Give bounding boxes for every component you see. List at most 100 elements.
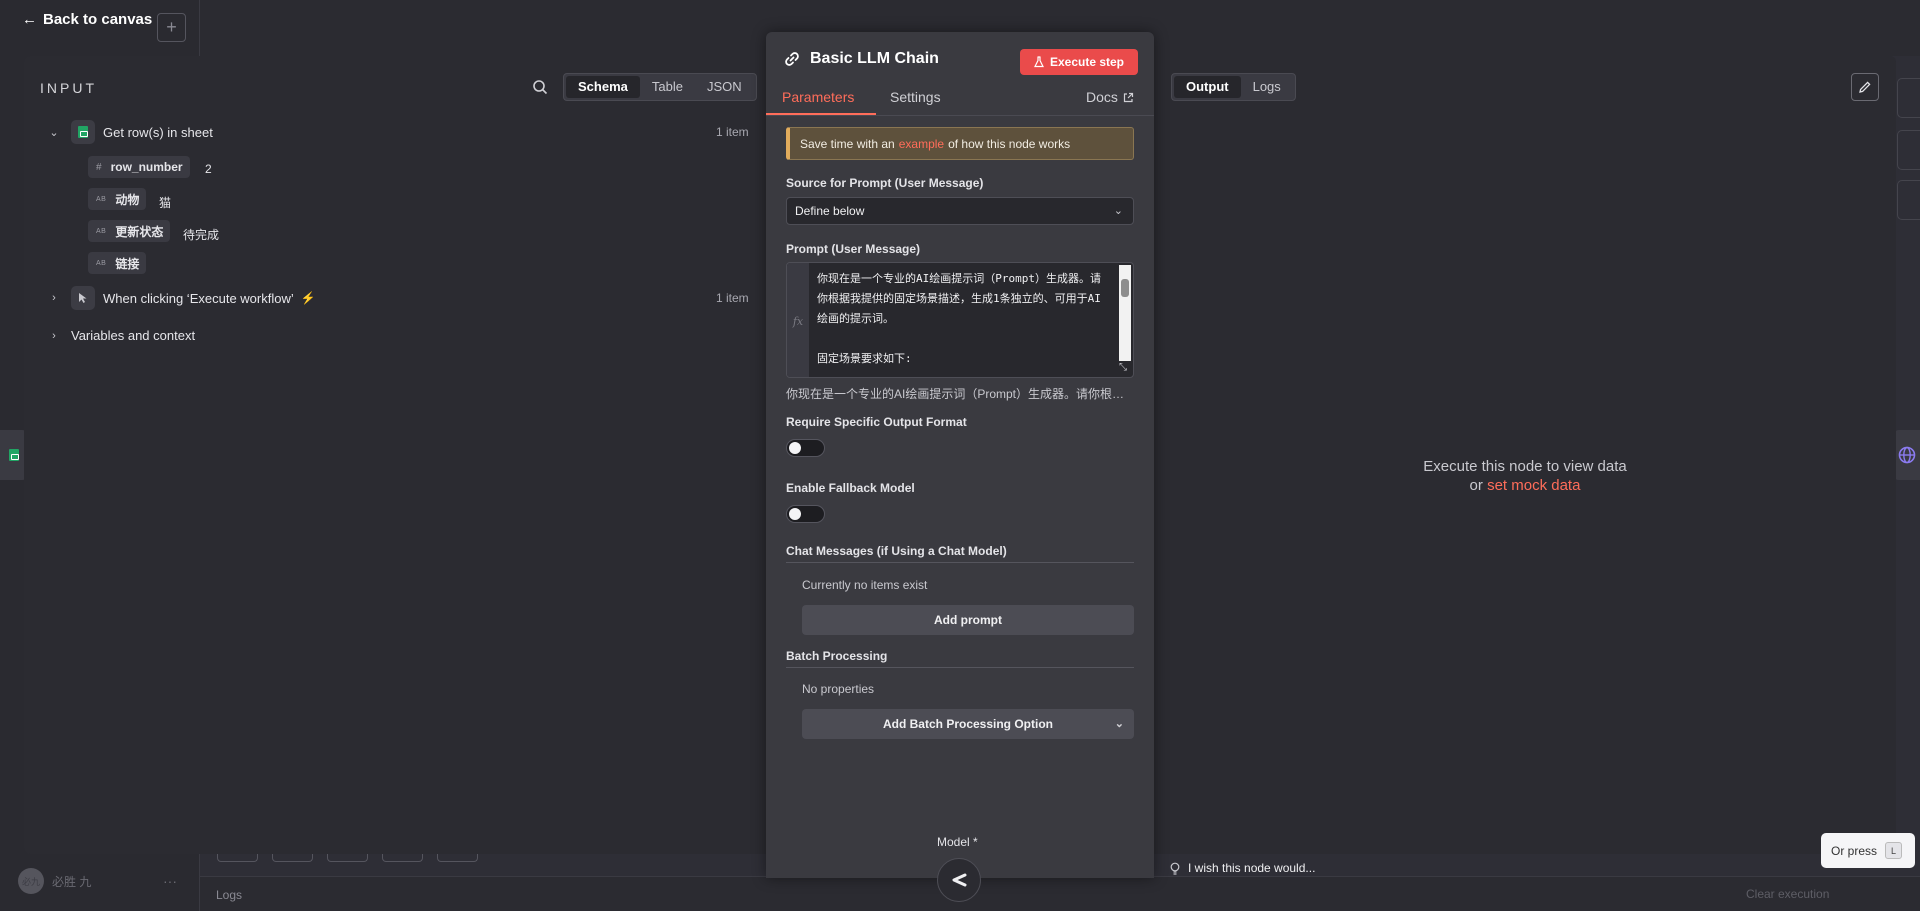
canvas-control[interactable] bbox=[1897, 130, 1920, 170]
tab-parameters[interactable]: Parameters bbox=[782, 89, 854, 105]
shortcut-key: L bbox=[1885, 842, 1903, 859]
expression-icon: fx bbox=[787, 263, 809, 377]
flask-icon bbox=[1033, 56, 1044, 68]
globe-icon bbox=[1898, 446, 1915, 464]
output-or: or bbox=[1469, 477, 1483, 494]
execute-step-button[interactable]: Execute step bbox=[1020, 49, 1138, 75]
field-status[interactable]: AB 更新状态 bbox=[88, 220, 171, 242]
number-type-icon: # bbox=[96, 161, 102, 173]
set-mock-data-link[interactable]: set mock data bbox=[1487, 477, 1580, 494]
tab-logs[interactable]: Logs bbox=[1241, 76, 1293, 98]
tab-table[interactable]: Table bbox=[640, 76, 695, 98]
expand-icon[interactable]: ⤡ bbox=[1115, 359, 1131, 375]
field-animal[interactable]: AB 动物 bbox=[88, 188, 147, 210]
item-count: 1 item bbox=[716, 125, 749, 139]
avatar: 必九 bbox=[18, 868, 44, 894]
field-name: row_number bbox=[110, 160, 183, 174]
fallback-label: Enable Fallback Model bbox=[786, 481, 915, 495]
feedback-prompt[interactable]: I wish this node would... bbox=[1170, 861, 1315, 875]
example-notice: Save time with an example of how this no… bbox=[786, 127, 1134, 160]
add-prompt-button[interactable]: Add prompt bbox=[802, 605, 1134, 635]
section-divider bbox=[786, 667, 1134, 668]
add-batch-option-button[interactable]: Add Batch Processing Option ⌄ bbox=[802, 709, 1134, 739]
execute-step-label: Execute step bbox=[1049, 55, 1125, 69]
active-tab-indicator bbox=[766, 113, 876, 115]
tab-schema[interactable]: Schema bbox=[566, 76, 640, 98]
user-profile[interactable]: 必九 必胜 九 bbox=[18, 868, 91, 894]
tab-json[interactable]: JSON bbox=[695, 76, 754, 98]
chevron-right-icon[interactable]: › bbox=[47, 329, 61, 343]
string-type-icon: AB bbox=[96, 227, 107, 235]
plug-icon bbox=[952, 873, 967, 887]
chat-empty-text: Currently no items exist bbox=[802, 578, 928, 592]
require-format-label: Require Specific Output Format bbox=[786, 415, 967, 429]
google-sheets-icon bbox=[78, 126, 88, 138]
prompt-scrollbar-thumb[interactable] bbox=[1121, 279, 1129, 297]
section-divider bbox=[786, 562, 1134, 563]
field-value: 猫 bbox=[159, 196, 172, 210]
model-connector-label: Model * bbox=[937, 835, 978, 849]
require-format-toggle[interactable] bbox=[786, 439, 825, 457]
tab-divider bbox=[766, 115, 1154, 116]
logs-label[interactable]: Logs bbox=[216, 888, 242, 902]
lightning-icon: ⚡ bbox=[300, 291, 316, 305]
item-count: 1 item bbox=[716, 291, 749, 305]
field-value: 2 bbox=[205, 162, 212, 176]
prompt-editor[interactable]: fx 你现在是一个专业的AI绘画提示词（Prompt）生成器。请你根据我提供的固… bbox=[786, 262, 1134, 378]
output-panel bbox=[1154, 56, 1896, 854]
canvas-control[interactable] bbox=[1897, 180, 1920, 220]
search-icon[interactable] bbox=[532, 79, 548, 95]
field-name: 更新状态 bbox=[115, 224, 164, 239]
chat-messages-heading: Chat Messages (if Using a Chat Model) bbox=[786, 544, 1007, 558]
chevron-down-icon: ⌄ bbox=[1113, 205, 1123, 217]
docs-link[interactable]: Docs bbox=[1086, 89, 1134, 105]
chevron-right-icon[interactable]: › bbox=[47, 291, 61, 305]
pencil-icon bbox=[1859, 81, 1871, 93]
external-link-icon bbox=[1123, 92, 1134, 102]
field-name: 动物 bbox=[115, 192, 140, 207]
add-batch-option-label: Add Batch Processing Option bbox=[882, 717, 1053, 731]
node-title: Basic LLM Chain bbox=[784, 50, 939, 68]
google-sheets-icon bbox=[9, 449, 19, 461]
source-prompt-select[interactable]: Define below ⌄ bbox=[786, 197, 1134, 225]
back-to-canvas-button[interactable]: ← Back to canvas bbox=[22, 11, 152, 28]
back-to-canvas-label: Back to canvas bbox=[43, 11, 153, 28]
node-title-text[interactable]: Basic LLM Chain bbox=[810, 50, 939, 68]
output-empty-message: Execute this node to view data or set mo… bbox=[1330, 457, 1720, 495]
prompt-text[interactable]: 你现在是一个专业的AI绘画提示词（Prompt）生成器。请你根据我提供的固定场景… bbox=[817, 269, 1109, 369]
node-name: Get row(s) in sheet bbox=[103, 124, 213, 140]
source-prompt-label: Source for Prompt (User Message) bbox=[786, 176, 984, 190]
logs-bar bbox=[200, 876, 1920, 911]
field-name: 链接 bbox=[115, 256, 140, 271]
variables-and-context[interactable]: › Variables and context bbox=[47, 328, 195, 343]
tab-output[interactable]: Output bbox=[1174, 76, 1241, 98]
field-row-number[interactable]: # row_number bbox=[88, 156, 190, 178]
string-type-icon: AB bbox=[96, 259, 107, 267]
chevron-down-icon[interactable]: ⌄ bbox=[47, 125, 61, 139]
tree-node-get-rows[interactable]: ⌄ Get row(s) in sheet bbox=[47, 120, 213, 144]
add-button[interactable]: + bbox=[157, 13, 186, 42]
notice-prefix: Save time with an bbox=[800, 136, 895, 151]
string-type-icon: AB bbox=[96, 195, 107, 203]
notice-suffix: of how this node works bbox=[948, 136, 1071, 151]
field-value: 待完成 bbox=[183, 228, 220, 242]
next-node-tab[interactable] bbox=[1893, 430, 1920, 480]
google-sheets-node-icon bbox=[71, 120, 95, 144]
cursor-icon bbox=[79, 293, 87, 303]
model-connector[interactable] bbox=[937, 858, 981, 902]
prompt-preview: 你现在是一个专业的AI绘画提示词（Prompt）生成器。请你根据我提供的固定场景… bbox=[786, 387, 1131, 401]
edit-output-button[interactable] bbox=[1851, 73, 1879, 101]
example-link[interactable]: example bbox=[899, 137, 944, 151]
tree-node-manual-trigger[interactable]: › When clicking ‘Execute workflow’ ⚡ bbox=[47, 286, 316, 310]
canvas-control[interactable] bbox=[1897, 78, 1920, 118]
output-empty-line: Execute this node to view data bbox=[1423, 458, 1627, 475]
input-title: INPUT bbox=[40, 80, 97, 96]
prompt-label: Prompt (User Message) bbox=[786, 242, 921, 256]
field-link[interactable]: AB 链接 bbox=[88, 252, 147, 274]
tab-settings[interactable]: Settings bbox=[890, 89, 941, 105]
user-menu-icon[interactable]: ··· bbox=[163, 873, 177, 889]
node-name: When clicking ‘Execute workflow’ bbox=[103, 290, 294, 306]
fallback-toggle[interactable] bbox=[786, 505, 825, 523]
input-view-switch: Schema Table JSON bbox=[563, 73, 757, 101]
clear-execution-button[interactable]: Clear execution bbox=[1746, 887, 1829, 901]
